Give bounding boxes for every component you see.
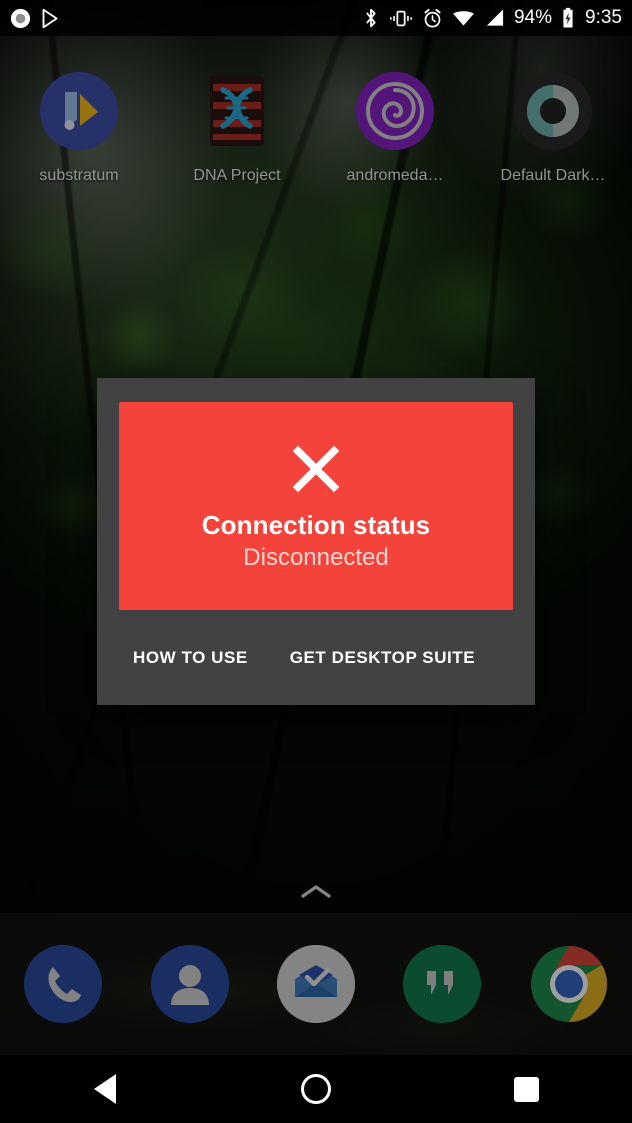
dialog-status-banner: Connection status Disconnected [119,402,513,610]
cellular-signal-icon [484,8,505,28]
status-bar[interactable]: 94% 9:35 [0,0,632,36]
navigation-bar [0,1055,632,1123]
nav-back-button[interactable] [0,1074,211,1104]
nav-home-button[interactable] [211,1074,422,1104]
connection-status-dialog: Connection status Disconnected HOW TO US… [97,378,535,705]
close-x-icon [288,441,344,497]
alarm-icon [422,8,443,29]
dialog-action-row: HOW TO USE GET DESKTOP SUITE [97,610,535,705]
status-bar-clock: 9:35 [585,7,622,28]
back-triangle-icon [94,1074,117,1104]
get-desktop-suite-button[interactable]: GET DESKTOP SUITE [288,642,477,674]
recents-square-icon [514,1076,540,1102]
dialog-title: Connection status [201,510,431,540]
dialog-subtitle: Disconnected [243,543,389,571]
battery-percent-label: 94% [513,7,553,28]
how-to-use-button[interactable]: HOW TO USE [131,642,250,674]
bluetooth-icon [362,7,380,29]
screen-record-icon [10,8,31,29]
vibrate-icon [389,7,413,29]
home-circle-icon [301,1074,331,1104]
play-store-icon [40,8,61,29]
battery-charging-icon [561,7,575,29]
nav-recents-button[interactable] [421,1076,632,1102]
wifi-icon [452,8,475,28]
